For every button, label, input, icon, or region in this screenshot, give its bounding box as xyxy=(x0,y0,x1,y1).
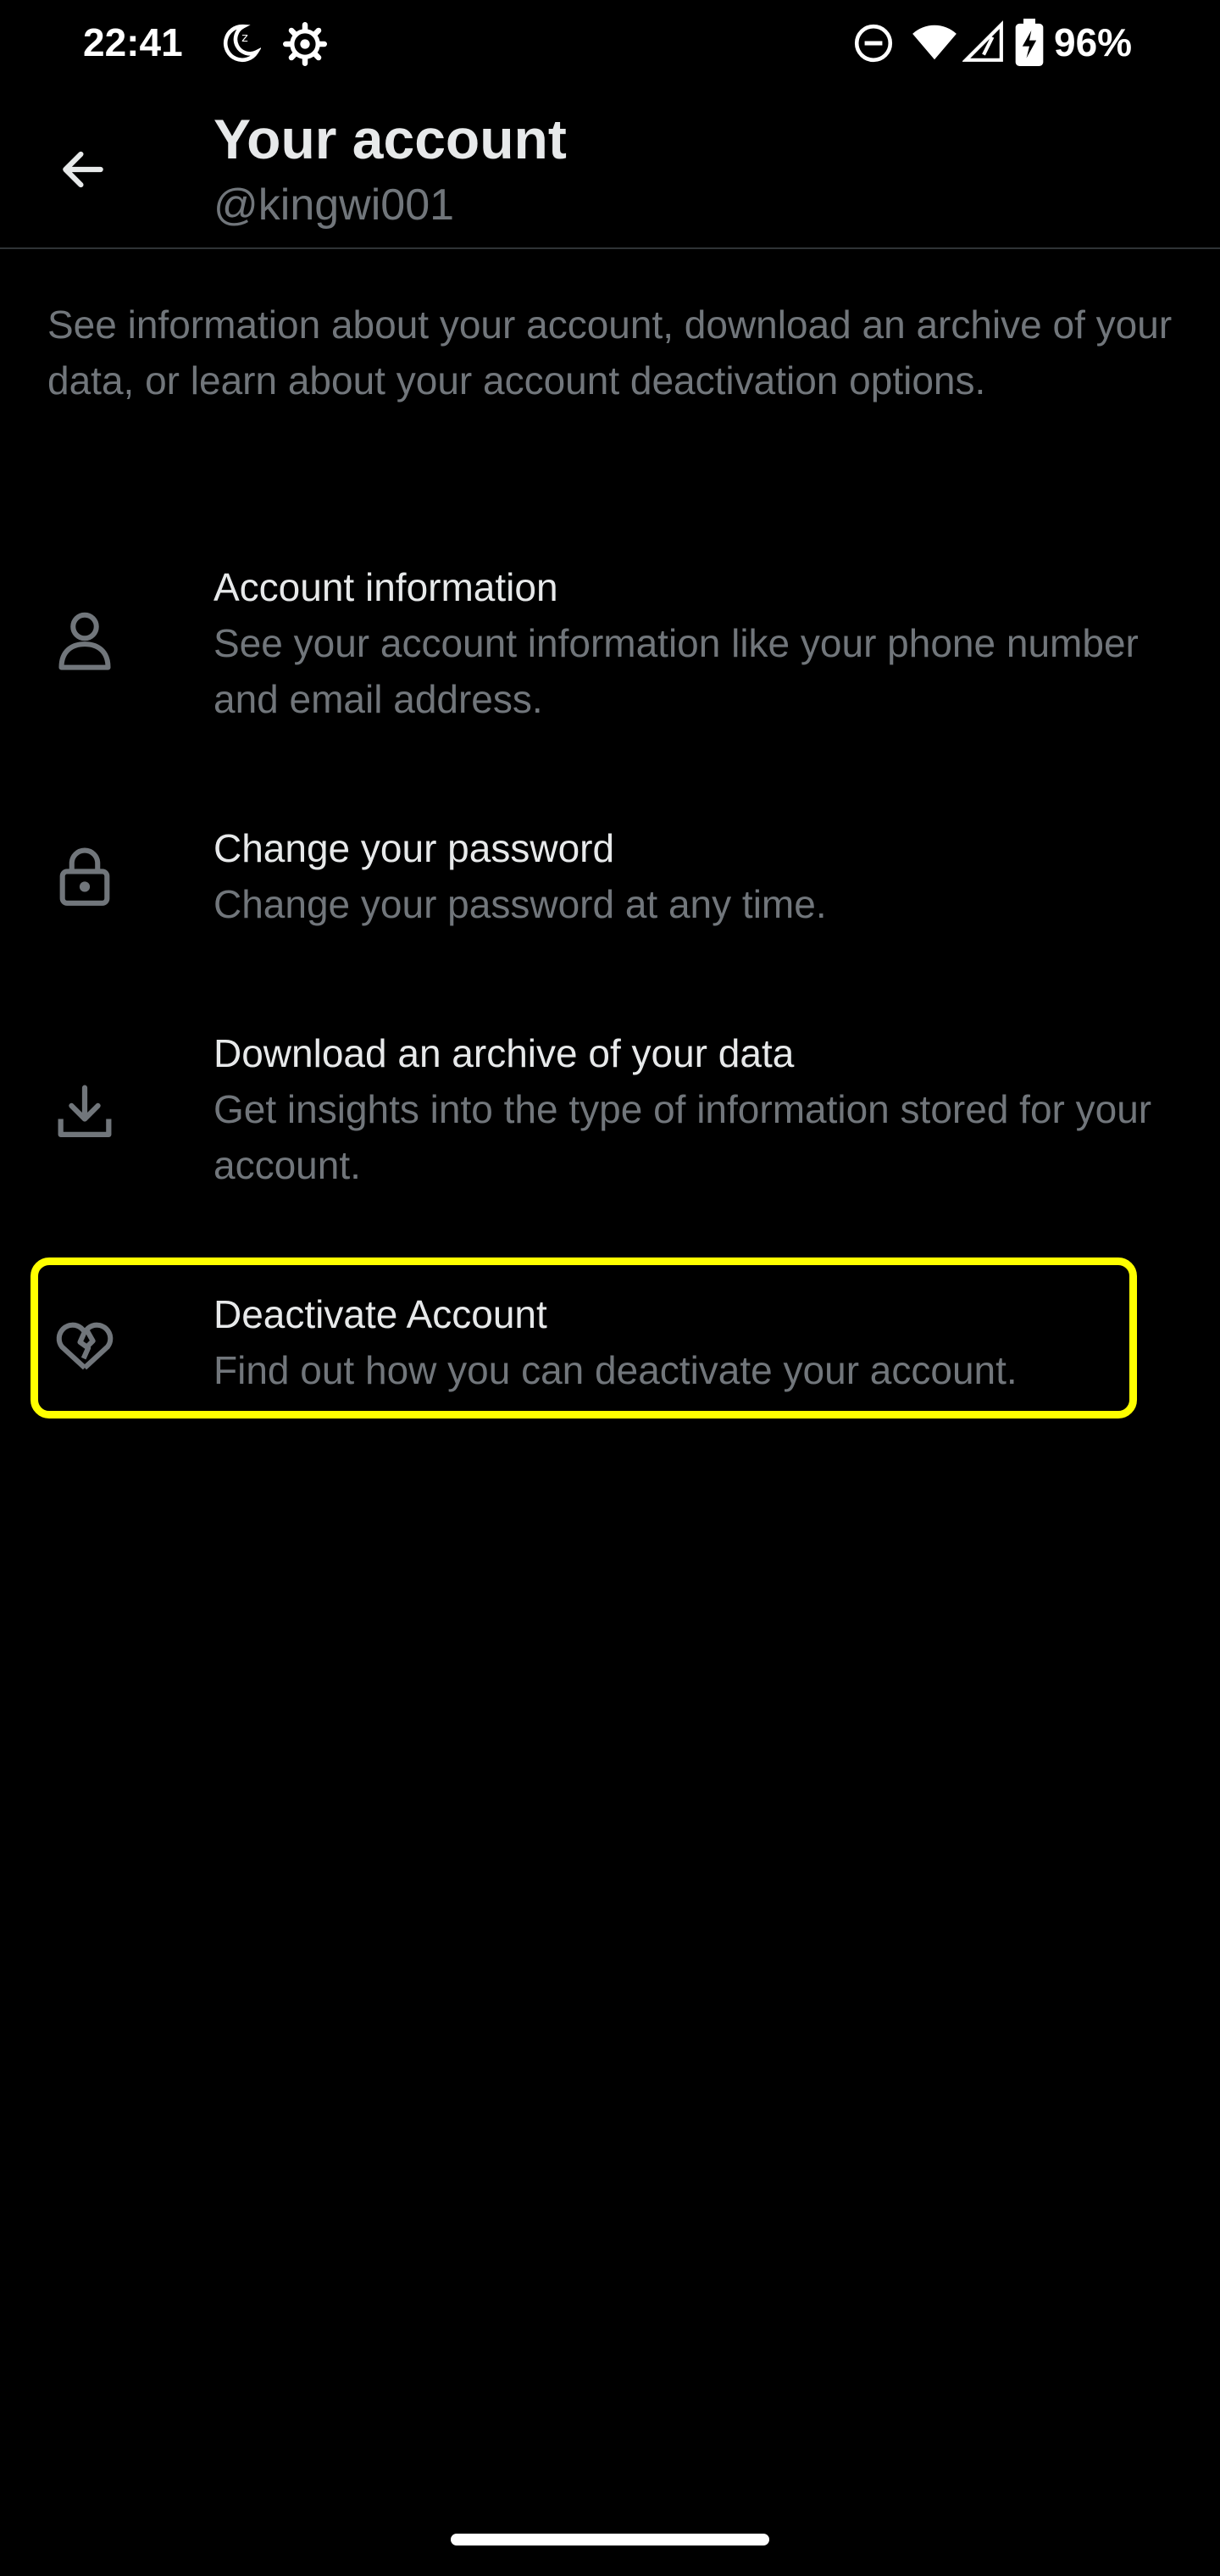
menu-item-description: Find out how you can deactivate your acc… xyxy=(214,1348,1018,1392)
menu-item-deactivate-account[interactable]: Deactivate Account Find out how you can … xyxy=(30,1286,1145,1408)
menu-item-title: Deactivate Account xyxy=(214,1292,547,1336)
menu-item-description: Change your password at any time. xyxy=(214,882,827,926)
menu-item-title: Download an archive of your data xyxy=(214,1031,795,1075)
download-icon xyxy=(51,1078,119,1146)
menu-item-title: Change your password xyxy=(214,826,615,870)
status-bar: 22:41 z 96% xyxy=(0,0,1220,85)
menu-item-description: See your account information like your p… xyxy=(214,621,1139,721)
arrow-left-icon xyxy=(57,143,109,200)
app-header: Your account @kingwi001 xyxy=(0,85,1220,249)
menu-item-download-archive[interactable]: Download an archive of your data Get ins… xyxy=(30,1025,1151,1203)
wifi-icon xyxy=(912,20,957,69)
menu-item-description: Get insights into the type of informatio… xyxy=(214,1087,1152,1187)
do-not-disturb-icon xyxy=(852,22,895,69)
settings-gear-icon xyxy=(283,22,327,70)
lock-icon xyxy=(51,842,119,910)
person-icon xyxy=(51,607,119,675)
battery-charging-icon xyxy=(1015,19,1044,70)
menu-item-change-password[interactable]: Change your password Change your passwor… xyxy=(30,820,1145,942)
cellular-signal-icon xyxy=(962,20,1005,69)
battery-percentage: 96% xyxy=(1054,20,1133,64)
page-title: Your account xyxy=(214,108,567,170)
status-time: 22:41 xyxy=(83,20,183,64)
back-button[interactable] xyxy=(42,130,124,212)
svg-text:z: z xyxy=(241,31,248,45)
menu-item-title: Account information xyxy=(214,565,558,609)
intro-description: See information about your account, down… xyxy=(47,303,1173,402)
bedtime-moon-icon: z xyxy=(219,22,263,69)
gesture-navigation-bar[interactable] xyxy=(451,2534,769,2545)
username-handle: @kingwi001 xyxy=(214,180,455,230)
menu-item-account-information[interactable]: Account information See your account inf… xyxy=(30,559,1145,737)
broken-heart-icon xyxy=(51,1312,119,1380)
